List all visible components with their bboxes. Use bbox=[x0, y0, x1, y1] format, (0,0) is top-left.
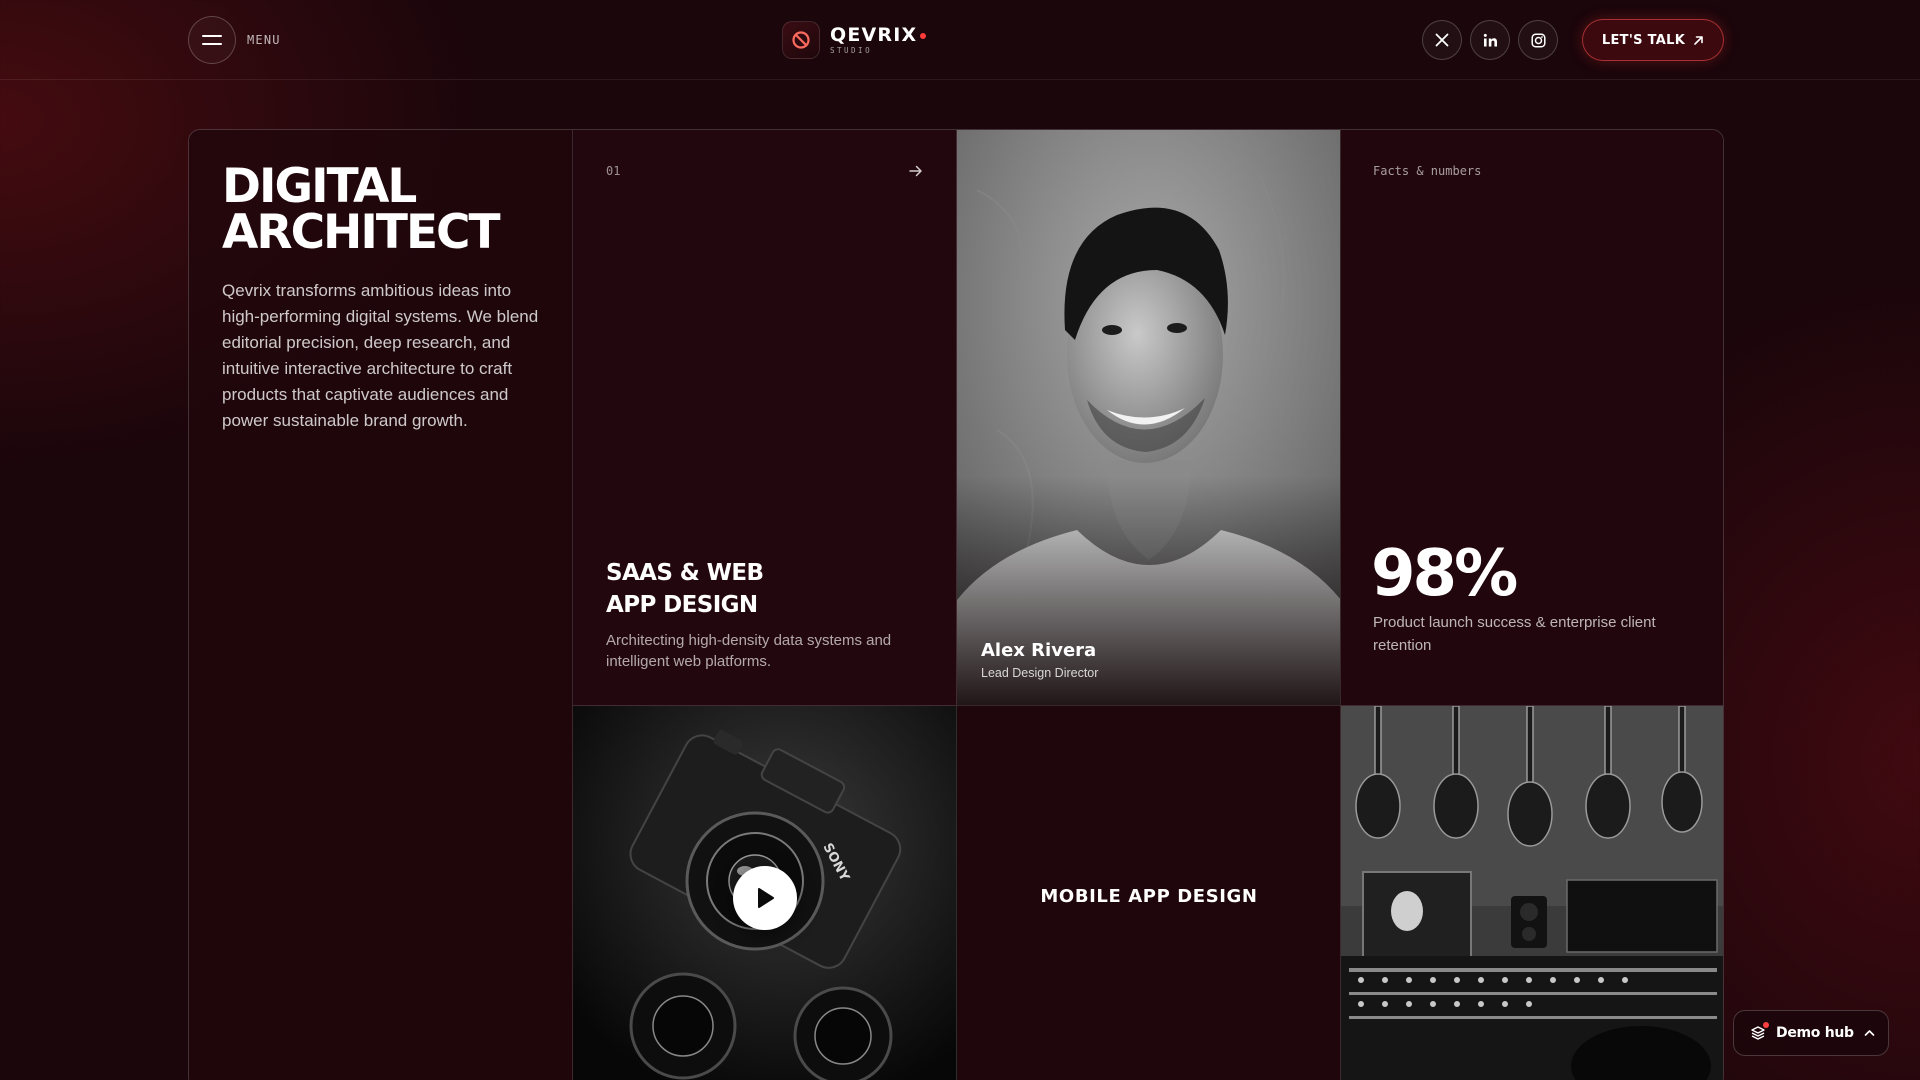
brand-mark-icon bbox=[782, 21, 820, 59]
demo-hub-label: Demo hub bbox=[1776, 1025, 1854, 1041]
chevron-up-icon bbox=[1864, 1030, 1875, 1036]
facts-card: Facts & numbers 98% Product launch succe… bbox=[1341, 130, 1723, 706]
site-header: MENU QEVRIX STUDIO LET'S TALK bbox=[0, 0, 1920, 80]
demo-hub-button[interactable]: Demo hub bbox=[1733, 1010, 1889, 1056]
facts-description: Product launch success & enterprise clie… bbox=[1373, 614, 1656, 654]
menu-label: MENU bbox=[247, 33, 281, 47]
instagram-icon bbox=[1530, 32, 1546, 48]
video-card[interactable]: SONY bbox=[573, 706, 957, 1080]
play-icon bbox=[758, 888, 774, 908]
service-title-line1: SAAS & WEB bbox=[606, 560, 764, 586]
lets-talk-button[interactable]: LET'S TALK bbox=[1582, 19, 1724, 61]
team-member-name: Alex Rivera bbox=[981, 640, 1097, 661]
menu-button[interactable] bbox=[188, 16, 236, 64]
service-card-mobile[interactable]: MOBILE APP DESIGN bbox=[957, 706, 1341, 1080]
linkedin-social-button[interactable] bbox=[1470, 20, 1510, 60]
intro-card: DIGITAL ARCHITECT Qevrix transforms ambi… bbox=[189, 130, 573, 1080]
intro-title: DIGITAL ARCHITECT bbox=[222, 159, 542, 260]
linkedin-icon bbox=[1483, 33, 1497, 46]
lets-talk-label: LET'S TALK bbox=[1601, 32, 1686, 48]
service-number: 01 bbox=[606, 164, 621, 178]
team-member-card[interactable]: Alex Rivera Lead Design Director bbox=[957, 130, 1341, 706]
intro-title-line2: ARCHITECT bbox=[222, 205, 501, 260]
layers-icon bbox=[1750, 1022, 1769, 1041]
x-social-button[interactable] bbox=[1422, 20, 1462, 60]
service-title: SAAS & WEB APP DESIGN bbox=[606, 557, 906, 621]
intro-description: Qevrix transforms ambitious ideas into h… bbox=[222, 281, 539, 430]
instagram-social-button[interactable] bbox=[1518, 20, 1558, 60]
brand-name: QEVRIX bbox=[830, 24, 918, 46]
service-description: Architecting high-density data systems a… bbox=[606, 632, 892, 670]
service-title-line2: APP DESIGN bbox=[606, 592, 758, 618]
facts-label: Facts & numbers bbox=[1373, 164, 1482, 178]
notification-dot bbox=[1763, 1022, 1769, 1028]
mobile-service-title: MOBILE APP DESIGN bbox=[1040, 886, 1258, 907]
arrow-right-icon[interactable] bbox=[908, 164, 924, 178]
bento-grid: DIGITAL ARCHITECT Qevrix transforms ambi… bbox=[188, 129, 1724, 1080]
team-member-role: Lead Design Director bbox=[981, 666, 1099, 680]
arrow-up-right-icon bbox=[1694, 35, 1703, 45]
brand-subtitle: STUDIO bbox=[830, 46, 873, 55]
hamburger-icon bbox=[202, 34, 222, 46]
x-icon bbox=[1435, 33, 1449, 47]
service-card-saas[interactable]: 01 SAAS & WEB APP DESIGN Architecting hi… bbox=[573, 130, 957, 706]
brand-logo[interactable]: QEVRIX STUDIO bbox=[782, 20, 927, 60]
intro-title-line1: DIGITAL bbox=[222, 159, 417, 214]
studio-photo bbox=[1341, 706, 1723, 1080]
brand-dot bbox=[920, 33, 927, 39]
studio-photo-card bbox=[1341, 706, 1723, 1080]
portrait-photo bbox=[957, 130, 1340, 705]
facts-value: 98% bbox=[1371, 537, 1518, 611]
play-video-button[interactable] bbox=[733, 866, 797, 930]
